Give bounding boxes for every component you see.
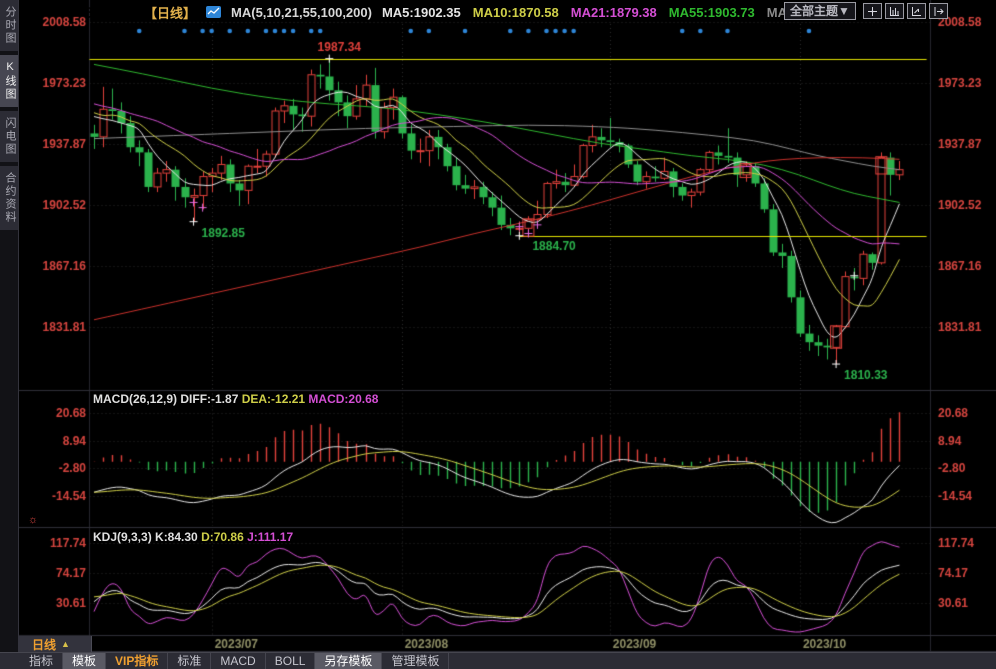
axis-arrow-icon[interactable]	[907, 3, 926, 19]
ma-value-2: MA21:1879.38	[571, 5, 657, 20]
sidebar-tab-1[interactable]: K线图	[0, 55, 18, 107]
trading-app-window: 分时图 K线图闪电图合约资料 现货黄金 【日线】 MA(5,10,21,55,10…	[0, 0, 996, 669]
kdj-d-value: D:70.86	[201, 530, 244, 544]
axis-scale-icon[interactable]	[885, 3, 904, 19]
bottom-tab-6[interactable]: 另存模板	[315, 653, 382, 669]
bottom-tab-7[interactable]: 管理模板	[382, 653, 449, 669]
indicator-settings-icon[interactable]: ☼	[28, 514, 38, 526]
sidebar-tab-3[interactable]: 合约资料	[0, 166, 18, 230]
ma-settings-label: MA(5,10,21,55,100,200)	[231, 5, 372, 20]
macd-hist-value: MACD:20.68	[308, 392, 378, 406]
sidebar-tab-0[interactable]: 分时图	[0, 0, 18, 51]
kline-chart-canvas[interactable]	[18, 0, 996, 652]
ma-value-0: MA5:1902.35	[382, 5, 461, 20]
chart-header: 现货黄金 【日线】 MA(5,10,21,55,100,200) MA5:190…	[88, 3, 809, 21]
bottom-tab-4[interactable]: MACD	[211, 653, 265, 669]
expand-right-icon[interactable]	[929, 3, 948, 19]
bottom-tab-2[interactable]: VIP指标	[106, 653, 168, 669]
bottom-tab-1[interactable]: 模板	[63, 653, 106, 669]
timeframe-label: 日线	[32, 636, 56, 653]
period-label: 【日线】	[144, 3, 196, 22]
instrument-title: 现货黄金	[88, 3, 140, 22]
bottom-tab-3[interactable]: 标准	[168, 653, 211, 669]
macd-dea-value: DEA:-12.21	[242, 392, 305, 406]
timeframe-selector[interactable]: 日线 ▲	[18, 636, 92, 652]
header-toolbar: 全部主题▼	[784, 2, 948, 20]
kdj-k-value: KDJ(9,3,3) K:84.30	[93, 530, 198, 544]
bottom-tab-0[interactable]: 指标	[20, 653, 63, 669]
macd-panel-header: MACD(26,12,9) DIFF:-1.87 DEA:-12.21 MACD…	[93, 392, 378, 406]
kdj-j-value: J:111.17	[247, 530, 293, 544]
ma-value-1: MA10:1870.58	[473, 5, 559, 20]
triangle-up-icon: ▲	[61, 639, 70, 649]
bottom-tab-5[interactable]: BOLL	[266, 653, 316, 669]
macd-diff-value: MACD(26,12,9) DIFF:-1.87	[93, 392, 238, 406]
sidebar-tab-2[interactable]: 闪电图	[0, 111, 18, 162]
kdj-panel-header: KDJ(9,3,3) K:84.30 D:70.86 J:111.17	[93, 530, 293, 544]
theme-dropdown[interactable]: 全部主题▼	[784, 2, 856, 20]
left-sidebar: 分时图 K线图闪电图合约资料	[0, 0, 19, 652]
ma-values: MA5:1902.35 MA10:1870.58 MA21:1879.38 MA55:…	[382, 5, 809, 20]
line-chart-icon[interactable]	[206, 6, 221, 18]
crosshair-icon[interactable]	[863, 3, 882, 19]
ma-value-3: MA55:1903.73	[669, 5, 755, 20]
bottom-tab-bar: 指标模板VIP指标标准MACDBOLL另存模板管理模板	[0, 652, 996, 669]
